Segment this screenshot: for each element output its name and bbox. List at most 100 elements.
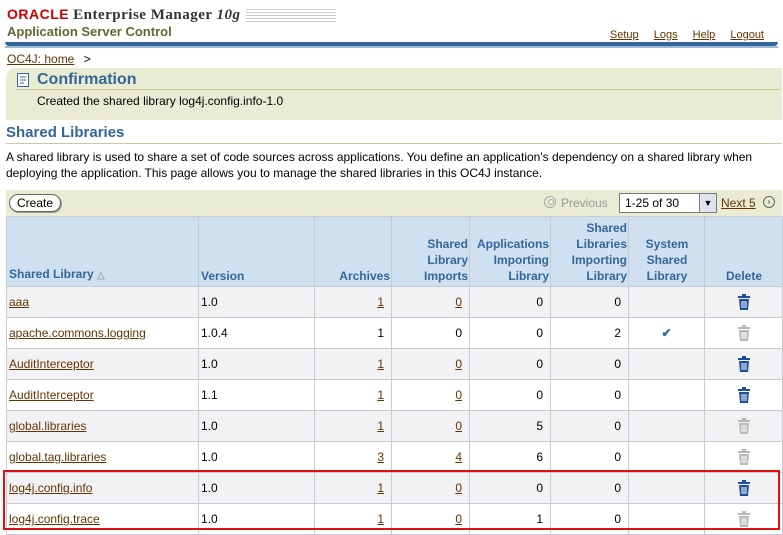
sort-icon: △ [97, 270, 105, 281]
apps-importing-cell: 0 [469, 286, 551, 318]
libs-importing-cell: 0 [550, 286, 629, 318]
imports-cell: 0 [391, 379, 470, 411]
delete-cell [704, 472, 783, 504]
archives-value[interactable]: 1 [377, 512, 384, 526]
library-name-cell: global.libraries [6, 410, 199, 442]
library-name-link[interactable]: aaa [9, 295, 29, 309]
apps-importing-cell: 0 [469, 379, 551, 411]
setup-link[interactable]: Setup [610, 29, 639, 41]
archives-value[interactable]: 1 [377, 419, 384, 433]
library-name-link[interactable]: AuditInterceptor [9, 388, 94, 402]
oracle-logo: ORACLE [7, 6, 70, 22]
previous-icon [544, 196, 556, 208]
table-row: AuditInterceptor 1.0 1 0 0 0 [6, 348, 783, 380]
library-name-link[interactable]: log4j.config.trace [9, 512, 100, 526]
page-title-divider [6, 143, 782, 144]
library-name-cell: apache.commons.logging [6, 317, 199, 349]
trash-icon[interactable] [737, 479, 751, 497]
range-select[interactable]: 1-25 of 30 ▼ [619, 193, 717, 213]
help-link[interactable]: Help [693, 29, 716, 41]
library-name-cell: log4j.config.info [6, 472, 199, 504]
apps-importing-cell: 5 [469, 410, 551, 442]
archives-value[interactable]: 1 [377, 295, 384, 309]
delete-cell [704, 503, 783, 535]
system-shared-cell [628, 410, 705, 442]
product-name: Enterprise Manager 10g [73, 7, 241, 23]
apps-importing-cell: 0 [469, 348, 551, 380]
system-shared-cell [628, 503, 705, 535]
version-cell: 1.0 [198, 348, 315, 380]
archives-value[interactable]: 3 [377, 450, 384, 464]
library-name-cell: aaa [6, 286, 199, 318]
product-subtitle: Application Server Control [7, 24, 172, 39]
imports-value[interactable]: 0 [455, 388, 462, 402]
libs-importing-cell: 0 [550, 503, 629, 535]
next-link[interactable]: Next 5 [721, 196, 756, 210]
version-cell: 1.0 [198, 472, 315, 504]
archives-cell: 1 [314, 348, 392, 380]
version-cell: 1.1 [198, 379, 315, 411]
breadcrumb-home[interactable]: OC4J: home [7, 52, 74, 66]
shared-libraries-table: Shared Library △ Version Archives Shared… [6, 216, 783, 535]
logs-link[interactable]: Logs [654, 29, 678, 41]
breadcrumb: OC4J: home > [7, 52, 91, 66]
library-name-link[interactable]: global.tag.libraries [9, 450, 106, 464]
confirmation-icon [17, 73, 29, 87]
imports-value[interactable]: 0 [455, 481, 462, 495]
col-shared-library[interactable]: Shared Library △ [6, 216, 199, 287]
app-header: ORACLE Enterprise Manager 10g Application… [0, 0, 783, 48]
logout-link[interactable]: Logout [730, 29, 764, 41]
table-row: log4j.config.trace 1.0 1 0 1 0 [6, 503, 783, 535]
system-shared-cell [628, 379, 705, 411]
col-apps-importing: Applications Importing Library [469, 216, 551, 287]
library-name-cell: global.tag.libraries [6, 441, 199, 473]
archives-cell: 1 [314, 286, 392, 318]
imports-cell: 4 [391, 441, 470, 473]
range-select-value: 1-25 of 30 [625, 196, 680, 210]
col-system: System Shared Library [628, 216, 705, 287]
imports-value: 0 [455, 326, 462, 340]
page-title: Shared Libraries [6, 124, 125, 141]
col-delete: Delete [704, 216, 783, 287]
trash-icon[interactable] [737, 386, 751, 404]
table-row: AuditInterceptor 1.1 1 0 0 0 [6, 379, 783, 411]
create-button[interactable]: Create [9, 194, 62, 212]
table-row: global.libraries 1.0 1 0 5 0 [6, 410, 783, 442]
apps-importing-cell: 1 [469, 503, 551, 535]
version-cell: 1.0.4 [198, 317, 315, 349]
table-row: log4j.config.info 1.0 1 0 0 0 [6, 472, 783, 504]
imports-value[interactable]: 0 [455, 295, 462, 309]
archives-value[interactable]: 1 [377, 388, 384, 402]
libs-importing-cell: 0 [550, 379, 629, 411]
delete-cell [704, 317, 783, 349]
imports-value[interactable]: 0 [455, 512, 462, 526]
archives-value[interactable]: 1 [377, 357, 384, 371]
imports-cell: 0 [391, 472, 470, 504]
library-name-link[interactable]: log4j.config.info [9, 481, 92, 495]
breadcrumb-separator: > [83, 52, 91, 66]
delete-cell [704, 348, 783, 380]
library-name-link[interactable]: apache.commons.logging [9, 326, 146, 340]
header-divider-shadow [5, 46, 778, 48]
imports-value[interactable]: 0 [455, 419, 462, 433]
global-links: Setup Logs Help Logout [598, 29, 764, 41]
imports-cell: 0 [391, 348, 470, 380]
delete-cell [704, 441, 783, 473]
archives-value[interactable]: 1 [377, 481, 384, 495]
apps-importing-cell: 6 [469, 441, 551, 473]
archives-cell: 1 [314, 503, 392, 535]
trash-icon[interactable] [737, 355, 751, 373]
confirmation-divider [16, 89, 780, 90]
table-header-row: Shared Library △ Version Archives Shared… [6, 216, 783, 287]
archives-cell: 3 [314, 441, 392, 473]
library-name-link[interactable]: AuditInterceptor [9, 357, 94, 371]
next-icon[interactable]: › [763, 196, 775, 208]
library-name-link[interactable]: global.libraries [9, 419, 86, 433]
imports-value[interactable]: 0 [455, 357, 462, 371]
libs-importing-cell: 0 [550, 472, 629, 504]
trash-icon[interactable] [737, 293, 751, 311]
libs-importing-cell: 0 [550, 348, 629, 380]
imports-value[interactable]: 4 [455, 450, 462, 464]
delete-cell [704, 286, 783, 318]
chevron-down-icon[interactable]: ▼ [699, 194, 716, 212]
